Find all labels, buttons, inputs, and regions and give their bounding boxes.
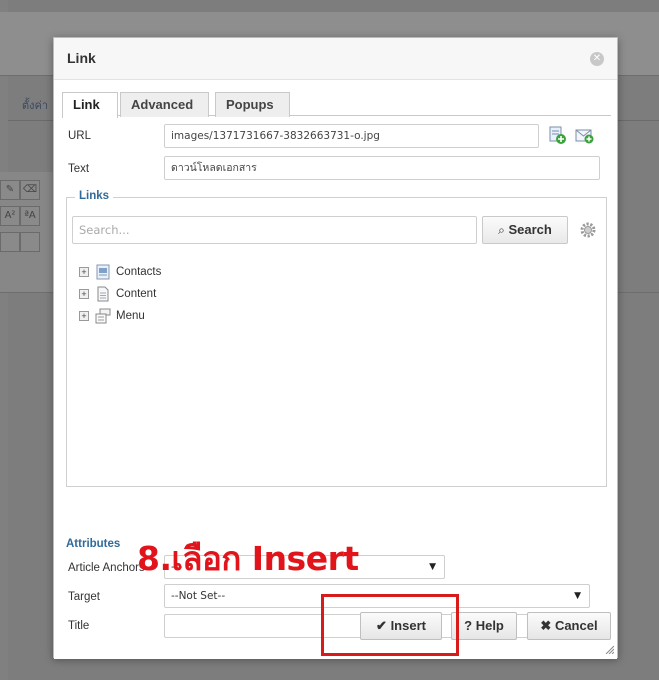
target-value: --Not Set-- bbox=[171, 590, 226, 602]
tree-item-label: Menu bbox=[116, 310, 145, 322]
cancel-button[interactable]: ✖ Cancel bbox=[527, 612, 611, 640]
title-label: Title bbox=[68, 620, 90, 632]
dropdown-arrow-icon: ▼ bbox=[429, 562, 436, 572]
text-label: Text bbox=[68, 163, 90, 175]
background-label: ตั้งค่า bbox=[22, 99, 49, 112]
help-button[interactable]: ? Help bbox=[451, 612, 517, 640]
expand-icon[interactable]: + bbox=[79, 267, 89, 277]
attributes-title: Attributes bbox=[66, 538, 121, 550]
background-eraser-icon: ⌫ bbox=[20, 180, 40, 200]
background-table-icon bbox=[0, 232, 20, 252]
article-anchors-label: Article Anchors bbox=[68, 562, 145, 574]
expand-icon[interactable]: + bbox=[79, 311, 89, 321]
browse-file-icon[interactable] bbox=[547, 125, 567, 145]
step-annotation: 8.เลือก Insert bbox=[137, 539, 359, 578]
resize-handle-icon[interactable] bbox=[604, 644, 614, 654]
dialog-header: Link ✕ bbox=[54, 38, 617, 80]
tab-link[interactable]: Link bbox=[62, 92, 118, 118]
dropdown-arrow-icon: ▼ bbox=[574, 591, 581, 601]
links-legend: Links bbox=[75, 190, 114, 202]
tree-item-label: Contacts bbox=[116, 266, 162, 278]
cancel-button-label: Cancel bbox=[554, 618, 598, 633]
tab-popups[interactable]: Popups bbox=[215, 92, 290, 117]
content-icon bbox=[97, 286, 109, 302]
search-input[interactable]: Search... bbox=[72, 216, 477, 244]
help-icon: ? bbox=[464, 618, 473, 633]
tab-advanced[interactable]: Advanced bbox=[120, 92, 209, 117]
help-button-label: Help bbox=[475, 618, 504, 633]
background-box-icon bbox=[20, 232, 40, 252]
close-x-icon: ✖ bbox=[540, 618, 552, 633]
links-fieldset: Links Search... ⌕ Search + Contacts + Co… bbox=[66, 190, 607, 487]
tree-item-contacts[interactable]: + Contacts bbox=[79, 261, 161, 283]
search-button[interactable]: ⌕ Search bbox=[482, 216, 568, 244]
tree-item-menu[interactable]: + Menu bbox=[79, 305, 161, 327]
contacts-icon bbox=[96, 264, 110, 280]
close-icon[interactable]: ✕ bbox=[590, 52, 604, 66]
text-input[interactable]: ดาวน์โหลดเอกสาร bbox=[164, 156, 600, 180]
tabs-bar: Link Advanced Popups bbox=[62, 88, 611, 118]
gear-icon[interactable] bbox=[579, 221, 597, 239]
email-link-icon[interactable] bbox=[574, 125, 594, 145]
highlight-box bbox=[321, 594, 459, 656]
expand-icon[interactable]: + bbox=[79, 289, 89, 299]
url-label: URL bbox=[68, 130, 92, 142]
background-pencil-icon: ✎ bbox=[0, 180, 20, 200]
tree-item-label: Content bbox=[116, 288, 157, 300]
url-input[interactable]: images/1371731667-3832663731-o.jpg bbox=[164, 124, 539, 148]
search-icon: ⌕ bbox=[498, 223, 505, 237]
background-text-size-icon: ªA bbox=[20, 206, 40, 226]
search-button-label: Search bbox=[508, 222, 552, 237]
menu-icon bbox=[95, 308, 111, 324]
links-tree: + Contacts + Content + Menu bbox=[79, 261, 161, 327]
dialog-title: Link bbox=[67, 50, 96, 66]
tree-item-content[interactable]: + Content bbox=[79, 283, 161, 305]
background-superscript-icon: A² bbox=[0, 206, 20, 226]
target-label: Target bbox=[68, 591, 100, 603]
